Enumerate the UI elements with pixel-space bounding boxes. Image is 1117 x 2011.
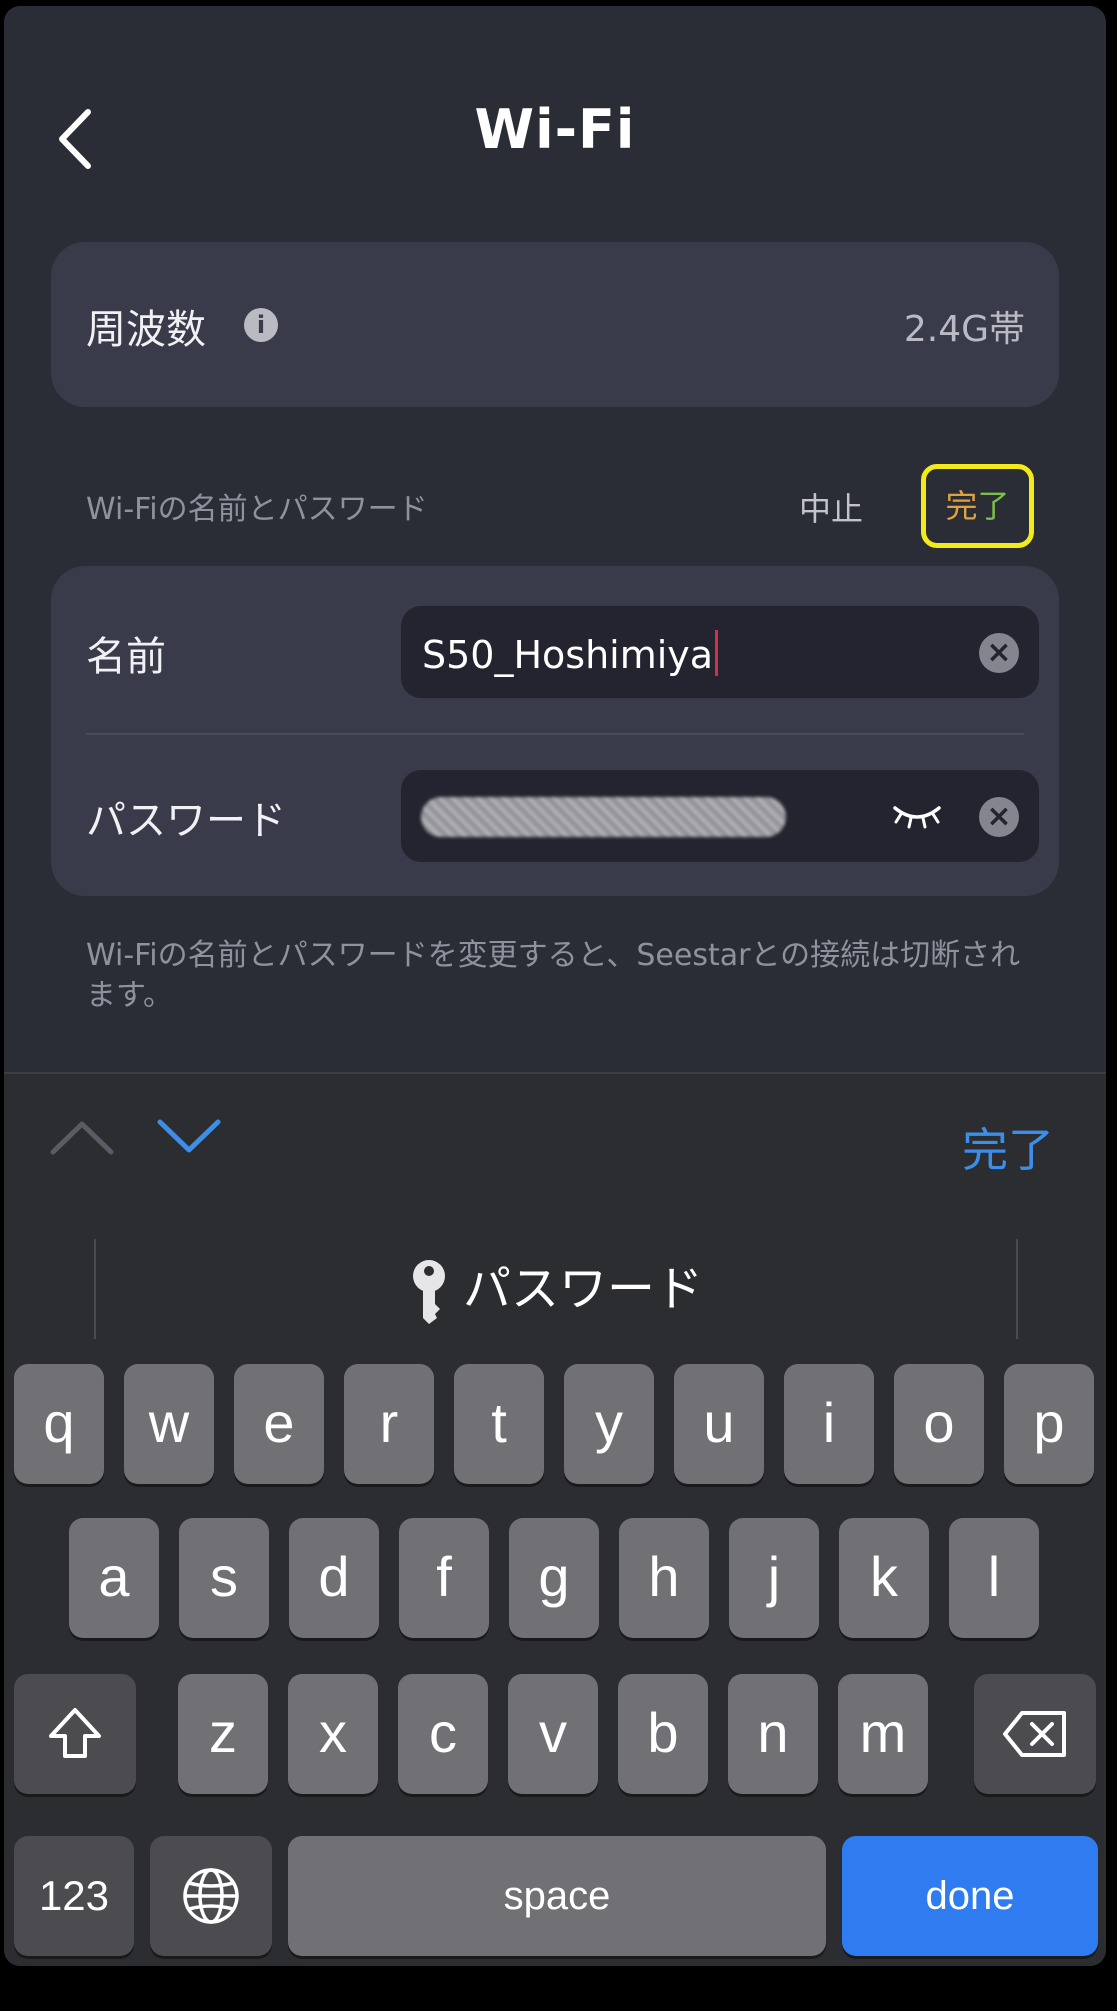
done-label-part1: 完 bbox=[945, 487, 978, 525]
clear-password-icon[interactable]: × bbox=[979, 797, 1019, 837]
clear-name-icon[interactable]: × bbox=[979, 633, 1019, 673]
key-l[interactable]: l bbox=[949, 1518, 1039, 1638]
done-button-highlighted[interactable]: 完了 bbox=[921, 464, 1034, 548]
next-field-icon[interactable] bbox=[156, 1114, 222, 1158]
key-t[interactable]: t bbox=[454, 1364, 544, 1484]
hint-text: Wi-Fiの名前とパスワードを変更すると、Seestarとの接続は切断されます。 bbox=[86, 938, 1021, 1013]
password-suggestion-label: パスワード bbox=[462, 1261, 703, 1317]
form-divider bbox=[86, 733, 1024, 735]
key-q[interactable]: q bbox=[14, 1364, 104, 1484]
key-y[interactable]: y bbox=[564, 1364, 654, 1484]
key-g[interactable]: g bbox=[509, 1518, 599, 1638]
name-input-value: S50_Hoshimiya bbox=[422, 630, 719, 677]
key-h[interactable]: h bbox=[619, 1518, 709, 1638]
name-label: 名前 bbox=[86, 634, 166, 680]
key-j[interactable]: j bbox=[729, 1518, 819, 1638]
backspace-icon bbox=[1003, 1711, 1066, 1757]
key-k[interactable]: k bbox=[839, 1518, 929, 1638]
key-r[interactable]: r bbox=[344, 1364, 434, 1484]
name-input[interactable]: S50_Hoshimiya × bbox=[401, 606, 1039, 698]
space-key[interactable]: space bbox=[288, 1836, 826, 1956]
key-a[interactable]: a bbox=[69, 1518, 159, 1638]
globe-icon bbox=[183, 1868, 239, 1924]
frequency-label: 周波数 bbox=[86, 307, 206, 353]
done-label-part2: 了 bbox=[977, 487, 1010, 525]
frequency-card: 周波数 i 2.4G帯 bbox=[51, 242, 1059, 407]
info-icon[interactable]: i bbox=[244, 308, 278, 342]
password-input[interactable]: × bbox=[401, 770, 1039, 862]
cancel-button[interactable]: 中止 bbox=[799, 484, 863, 530]
key-p[interactable]: p bbox=[1004, 1364, 1094, 1484]
shift-key[interactable] bbox=[14, 1674, 136, 1794]
screen: Wi-Fi 周波数 i 2.4G帯 Wi-Fiの名前とパスワード 中止 完了 名… bbox=[4, 6, 1106, 1966]
frequency-value: 2.4G帯 bbox=[903, 309, 1025, 350]
shift-icon bbox=[49, 1708, 101, 1758]
keyboard-done-key[interactable]: done bbox=[842, 1836, 1098, 1956]
key-x[interactable]: x bbox=[288, 1674, 378, 1794]
key-c[interactable]: c bbox=[398, 1674, 488, 1794]
password-label: パスワード bbox=[86, 798, 286, 844]
key-f[interactable]: f bbox=[399, 1518, 489, 1638]
eye-closed-icon[interactable] bbox=[891, 800, 943, 830]
accessory-done-button[interactable]: 完了 bbox=[962, 1114, 1054, 1180]
wifi-form-card: 名前 S50_Hoshimiya × パスワード × bbox=[51, 566, 1059, 896]
keyboard-area: 完了 パスワード qwertyuiop asdfghjkl zxcvbnm 123 … bbox=[4, 1072, 1106, 1966]
numbers-key[interactable]: 123 bbox=[14, 1836, 134, 1956]
key-e[interactable]: e bbox=[234, 1364, 324, 1484]
key-z[interactable]: z bbox=[178, 1674, 268, 1794]
delete-key[interactable] bbox=[974, 1674, 1096, 1794]
masked-password bbox=[421, 797, 786, 837]
key-w[interactable]: w bbox=[124, 1364, 214, 1484]
key-icon bbox=[412, 1260, 445, 1324]
text-caret bbox=[715, 630, 719, 676]
key-m[interactable]: m bbox=[838, 1674, 928, 1794]
page-title: Wi-Fi bbox=[474, 98, 636, 161]
globe-key[interactable] bbox=[150, 1836, 272, 1956]
password-suggestion[interactable]: パスワード bbox=[94, 1239, 1018, 1339]
key-v[interactable]: v bbox=[508, 1674, 598, 1794]
previous-field-icon[interactable] bbox=[49, 1114, 115, 1158]
key-o[interactable]: o bbox=[894, 1364, 984, 1484]
wifi-section-label: Wi-Fiの名前とパスワード bbox=[86, 492, 428, 527]
key-s[interactable]: s bbox=[179, 1518, 269, 1638]
key-b[interactable]: b bbox=[618, 1674, 708, 1794]
key-n[interactable]: n bbox=[728, 1674, 818, 1794]
key-u[interactable]: u bbox=[674, 1364, 764, 1484]
key-i[interactable]: i bbox=[784, 1364, 874, 1484]
key-d[interactable]: d bbox=[289, 1518, 379, 1638]
